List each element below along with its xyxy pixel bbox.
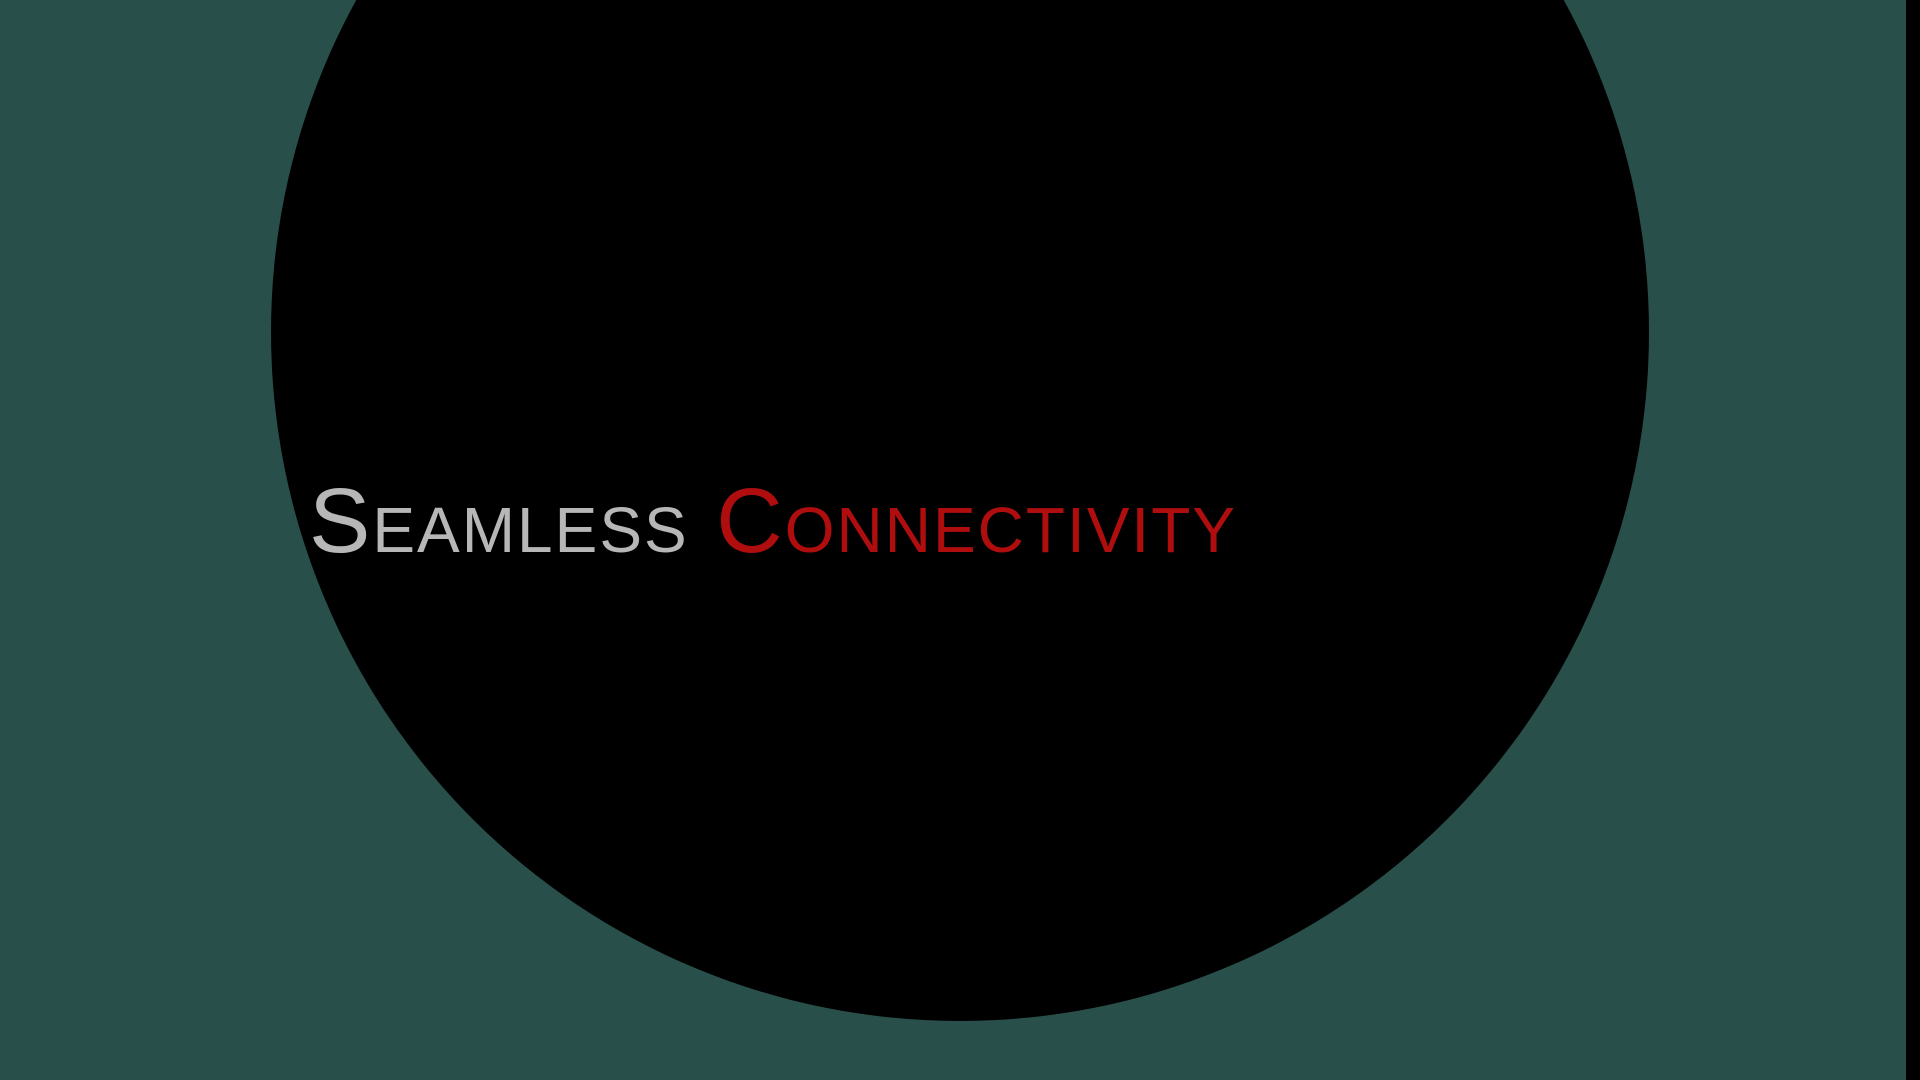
title-part-1: Seamless (309, 470, 689, 572)
title-part-2: Connectivity (716, 470, 1237, 572)
slide-title: Seamless Connectivity (309, 466, 1237, 576)
slide: { "slide": { "title_part_1": "Seamless",… (0, 0, 1920, 1080)
right-edge-strip (1906, 0, 1920, 1080)
